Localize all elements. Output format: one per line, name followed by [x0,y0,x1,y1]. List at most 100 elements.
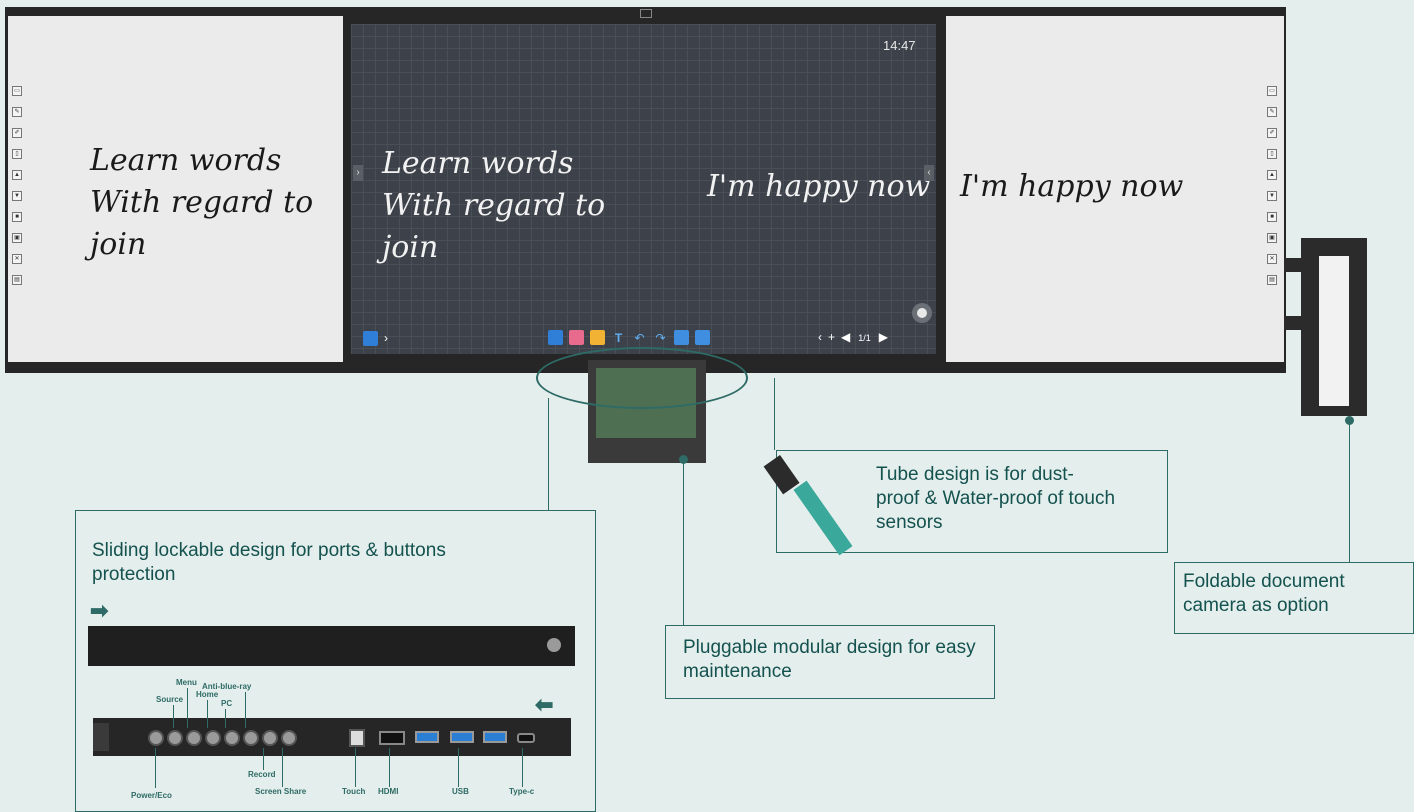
lock-icon[interactable]: ■ [1267,212,1277,222]
page-indicator: 1/1 [858,333,871,343]
port-label-type-c: Type-c [509,787,535,796]
right-handwriting: I'm happy now [960,169,1184,204]
floating-menu-button[interactable] [912,303,932,323]
close-icon[interactable]: ✕ [1267,254,1277,264]
leader-dot [1345,416,1354,425]
prev-page-icon[interactable]: ◀ [841,330,850,344]
list-icon[interactable] [363,331,378,347]
pointer-line [207,700,208,728]
leader-line [774,378,775,450]
leader-line [683,460,684,625]
pointer-line [458,748,459,787]
lock-screw-icon [547,638,561,652]
camera-callout-text: Foldable document camera as option [1183,571,1345,616]
pointer-line [355,748,356,787]
lock-icon[interactable]: ■ [12,212,22,222]
gallery-icon[interactable]: ▤ [1267,275,1277,285]
leader-line [1349,420,1350,562]
circle-icon [917,308,927,318]
port-label-pc: PC [221,699,233,708]
gallery-icon[interactable]: ▤ [12,275,22,285]
page-navigation: ‹ + ◀ 1/1 ▶ [818,329,888,345]
sliding-callout-text: Sliding lockable design for ports & butt… [92,540,446,585]
panel-handle [93,723,109,751]
next-page-icon[interactable]: ▶ [879,330,888,344]
download-icon[interactable]: ▼ [1267,191,1277,201]
undo-icon[interactable]: ↶ [632,330,647,345]
hdmi-port [379,731,405,745]
eraser-icon[interactable] [569,330,584,346]
download-icon[interactable]: ▼ [12,191,22,201]
arrow-left-icon: ⬅ [535,692,554,717]
split-icon[interactable]: ▭ [1267,86,1277,96]
save-icon[interactable]: ▣ [1267,233,1277,243]
pointer-line [282,748,283,787]
shape-icon[interactable] [590,330,605,346]
marker-icon[interactable]: ✐ [12,128,22,138]
pointer-line [187,688,188,728]
split-icon[interactable]: ▭ [12,86,22,96]
pc-button[interactable] [224,730,240,746]
port-panel [93,718,571,756]
redo-icon[interactable]: ↷ [653,330,668,345]
page-icon[interactable]: ▯ [12,149,22,159]
type-c-port [517,733,535,743]
camera-bracket [1284,258,1304,272]
pointer-line [389,748,390,787]
pointer-line [173,705,174,728]
marker-icon[interactable]: ✐ [1267,128,1277,138]
select-icon[interactable] [674,330,689,346]
add-page-icon[interactable]: + [828,330,835,344]
pluggable-callout-text: Pluggable modular design for easy mainte… [683,637,976,682]
center-handwriting: Learn words With regard to join [382,143,605,269]
pointer-line [263,748,264,770]
record-button[interactable] [262,730,278,746]
chevron-left-icon[interactable]: ‹ [818,330,822,344]
upload-icon[interactable]: ▲ [1267,170,1277,180]
left-handwriting: Learn words With regard to join [90,140,313,266]
touch-port [349,729,365,747]
menu-button[interactable] [186,730,202,746]
port-label-touch: Touch [342,787,366,796]
highlight-ellipse [536,347,748,409]
pen-icon[interactable]: ✎ [1267,107,1277,117]
pointer-line [522,748,523,787]
close-icon[interactable]: ✕ [12,254,22,264]
chevron-right-icon[interactable]: › [384,331,388,345]
page-icon[interactable]: ▯ [1267,149,1277,159]
drawing-toolbar: T ↶ ↷ [548,329,716,346]
port-label-menu: Menu [176,678,197,687]
document-camera [1301,238,1367,416]
anti-blue-ray-button[interactable] [243,730,259,746]
usb-port [483,731,507,743]
usb-port [415,731,439,743]
handwriting-line: Learn words [382,146,574,181]
pen-icon[interactable] [548,330,563,346]
handwriting-line: join [90,227,147,262]
source-button[interactable] [167,730,183,746]
clock: 14:47 [883,38,916,53]
expand-left-icon[interactable]: › [353,165,363,181]
save-icon[interactable]: ▣ [12,233,22,243]
delete-icon[interactable] [695,330,710,346]
port-label-source: Source [156,695,184,704]
port-label-anti-blue-ray: Anti-blue-ray [202,682,252,691]
expand-right-icon[interactable]: ‹ [924,165,934,181]
port-label-hdmi: HDMI [378,787,399,796]
power-eco-button[interactable] [148,730,164,746]
port-label-power-eco: Power/Eco [131,791,172,800]
center-handwriting-right: I'm happy now [707,169,931,204]
pen-icon[interactable]: ✎ [12,107,22,117]
port-label-record: Record [248,770,276,779]
left-toolbar: ▭ ✎ ✐ ▯ ▲ ▼ ■ ▣ ✕ ▤ [12,86,22,296]
right-toolbar: ▭ ✎ ✐ ▯ ▲ ▼ ■ ▣ ✕ ▤ [1267,86,1277,296]
screen-share-button[interactable] [281,730,297,746]
pointer-line [225,709,226,728]
usb-port [450,731,474,743]
port-label-usb: USB [452,787,469,796]
home-button[interactable] [205,730,221,746]
upload-icon[interactable]: ▲ [12,170,22,180]
handwriting-line: join [382,230,439,265]
leader-dot [679,455,688,464]
text-icon[interactable]: T [611,330,626,345]
